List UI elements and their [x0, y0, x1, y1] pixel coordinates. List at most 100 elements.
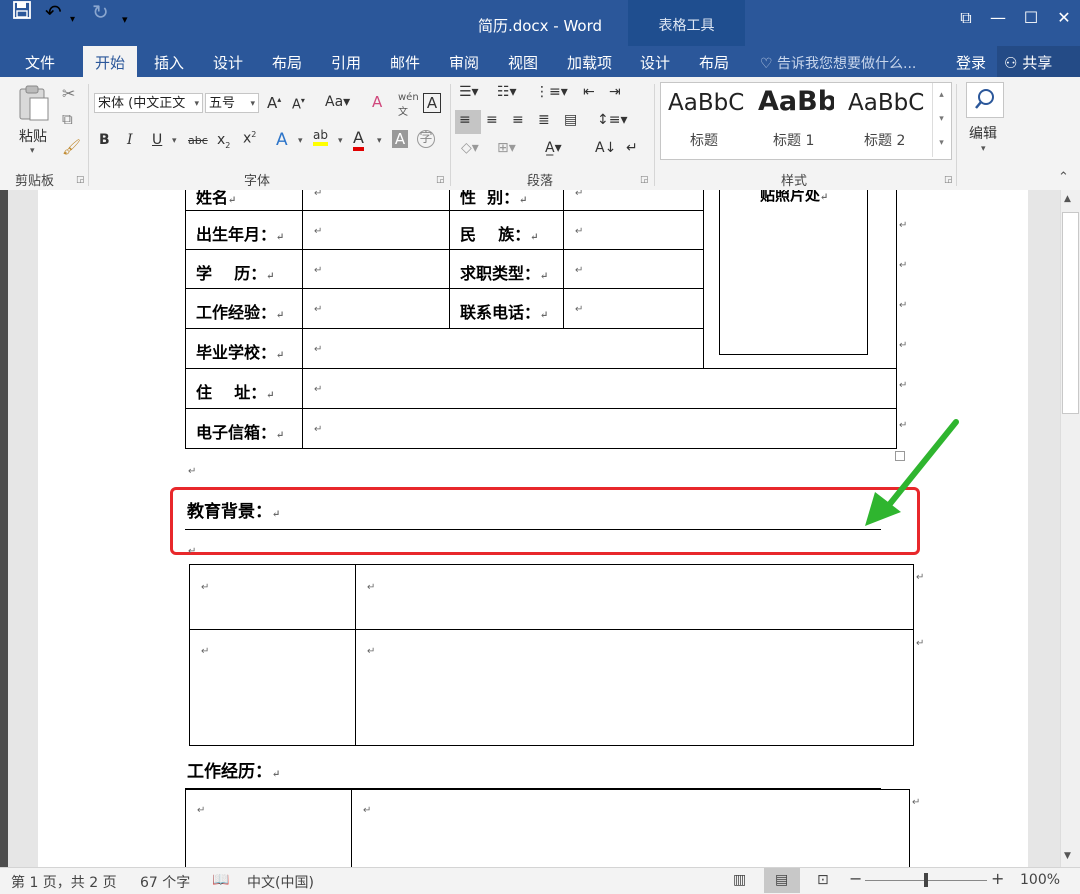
cut-icon[interactable]: ✂ [62, 84, 75, 103]
tab-view[interactable]: 视图 [508, 52, 538, 73]
page-count[interactable]: 第 1 页，共 2 页 [11, 872, 117, 892]
work-heading[interactable]: 工作经历：↵ [187, 757, 280, 782]
font-launcher-icon[interactable]: ◲ [436, 175, 445, 185]
table-cell[interactable] [302, 368, 897, 409]
zoom-slider-thumb[interactable] [924, 873, 928, 887]
copy-icon[interactable]: ⧉ [62, 110, 73, 128]
tab-table-layout[interactable]: 布局 [699, 52, 729, 73]
tab-references[interactable]: 引用 [331, 52, 361, 73]
search-icon[interactable] [966, 82, 1004, 118]
bold-icon[interactable]: B [99, 132, 110, 148]
tab-addins[interactable]: 加载项 [567, 52, 612, 73]
table-cell[interactable] [563, 210, 704, 250]
character-shading-icon[interactable]: A [392, 130, 408, 148]
table-cell[interactable] [302, 190, 450, 211]
web-layout-icon[interactable]: ⊡ [817, 872, 829, 888]
zoom-out-icon[interactable]: − [849, 869, 862, 888]
font-color-dropdown-icon[interactable]: ▾ [377, 136, 382, 146]
table-cell[interactable] [302, 328, 704, 369]
decrease-indent-icon[interactable]: ⇤ [583, 84, 595, 100]
text-effects-dropdown-icon[interactable]: ▾ [298, 136, 303, 146]
table-cell[interactable] [302, 408, 897, 449]
document-page[interactable]: 姓名↵ ↵ 性 别：↵ ↵ 贴照片处↵ ↵ ↵ ↵ ↵ ↵ ↵ 出生年月：↵ ↵… [38, 190, 1028, 867]
tab-file[interactable]: 文件 [25, 52, 55, 73]
language-indicator[interactable]: 中文(中国) [247, 872, 314, 892]
align-right-icon[interactable]: ≡ [512, 112, 524, 128]
bullets-icon[interactable]: ☰▾ [459, 84, 479, 100]
tab-home[interactable]: 开始 [95, 52, 125, 73]
character-border-icon[interactable]: A [423, 93, 441, 113]
change-case-icon[interactable]: Aa▾ [325, 94, 350, 110]
scroll-thumb[interactable] [1062, 212, 1079, 414]
enclose-characters-icon[interactable]: 字 [417, 130, 435, 148]
clear-formatting-icon[interactable]: A [372, 93, 382, 111]
table-cell[interactable] [351, 789, 910, 867]
style-name-heading1[interactable]: 标题 1 [773, 130, 814, 150]
table-cell[interactable] [302, 288, 450, 329]
share-button[interactable]: ⚇ 共享 [1004, 52, 1052, 73]
zoom-level[interactable]: 100% [1020, 872, 1060, 888]
paste-dropdown-icon[interactable]: ▾ [30, 146, 35, 156]
close-button[interactable]: ✕ [1044, 8, 1080, 27]
tab-mailings[interactable]: 邮件 [390, 52, 420, 73]
print-layout-icon[interactable]: ▤ [775, 872, 788, 888]
increase-indent-icon[interactable]: ⇥ [609, 84, 621, 100]
table-cell[interactable] [563, 249, 704, 289]
styles-scroll-controls[interactable]: ▴ ▾ ▾ [932, 83, 950, 157]
underline-icon[interactable]: U [152, 132, 162, 148]
scroll-down-icon[interactable]: ▼ [1064, 851, 1071, 861]
table-cell[interactable] [563, 190, 704, 211]
multilevel-list-icon[interactable]: ⋮≡▾ [535, 84, 568, 100]
read-mode-icon[interactable]: ▥ [733, 872, 746, 888]
font-name-dropdown[interactable]: 宋体 (中文正文 ▾ [94, 93, 203, 113]
tell-me-box[interactable]: ♡ 告诉我您想要做什么... [760, 53, 916, 73]
text-effects-icon[interactable]: A [276, 130, 288, 150]
highlight-icon[interactable]: ab [313, 128, 328, 146]
table-cell[interactable] [189, 564, 356, 630]
style-sample-title[interactable]: AaBbC [668, 90, 744, 116]
shrink-font-icon[interactable]: A▾ [292, 96, 305, 112]
table-cell[interactable] [185, 789, 352, 867]
strikethrough-icon[interactable]: abc [188, 134, 208, 147]
paragraph-launcher-icon[interactable]: ◲ [640, 175, 649, 185]
zoom-in-icon[interactable]: + [991, 869, 1004, 888]
scroll-up-icon[interactable]: ▲ [1064, 194, 1071, 204]
collapse-ribbon-icon[interactable]: ⌃ [1058, 170, 1069, 185]
sign-in-link[interactable]: 登录 [956, 52, 986, 73]
table-cell[interactable] [355, 629, 914, 746]
sort-icon[interactable]: A↓ [595, 140, 616, 156]
font-color-icon[interactable]: A [353, 128, 364, 151]
line-spacing-icon[interactable]: ↕≡▾ [597, 112, 628, 128]
clipboard-launcher-icon[interactable]: ◲ [76, 175, 85, 185]
align-left-icon[interactable]: ≡ [459, 112, 471, 128]
tab-design[interactable]: 设计 [213, 52, 243, 73]
style-name-heading2[interactable]: 标题 2 [864, 130, 905, 150]
style-sample-heading1[interactable]: AaBb [758, 86, 834, 117]
underline-dropdown-icon[interactable]: ▾ [172, 136, 177, 146]
paste-icon[interactable] [16, 84, 52, 128]
highlight-dropdown-icon[interactable]: ▾ [338, 136, 343, 146]
numbering-icon[interactable]: ☷▾ [497, 84, 517, 100]
style-name-title[interactable]: 标题 [690, 130, 718, 150]
shading-icon[interactable]: ◇▾ [461, 140, 479, 156]
tab-review[interactable]: 审阅 [449, 52, 479, 73]
phonetic-guide-icon[interactable]: wén 文 [398, 92, 419, 118]
chinese-layout-icon[interactable]: A̲▾ [545, 140, 562, 156]
table-cell[interactable] [302, 249, 450, 289]
paste-button[interactable]: 粘贴 [19, 126, 47, 146]
tab-insert[interactable]: 插入 [154, 52, 184, 73]
borders-icon[interactable]: ⊞▾ [497, 140, 516, 156]
distributed-icon[interactable]: ▤ [564, 112, 577, 128]
justify-icon[interactable]: ≣ [538, 112, 550, 128]
proofing-icon[interactable]: 📖 [212, 872, 229, 888]
grow-font-icon[interactable]: A▴ [267, 94, 281, 112]
word-count[interactable]: 67 个字 [140, 872, 190, 892]
editing-button[interactable]: 编辑 [969, 123, 997, 143]
table-cell[interactable] [302, 210, 450, 250]
styles-launcher-icon[interactable]: ◲ [944, 175, 953, 185]
table-cell[interactable] [189, 629, 356, 746]
format-painter-icon[interactable]: 🖌 [62, 138, 81, 156]
table-cell[interactable] [563, 288, 704, 329]
italic-icon[interactable]: I [127, 132, 133, 148]
show-hide-marks-icon[interactable]: ↵ [626, 140, 638, 156]
